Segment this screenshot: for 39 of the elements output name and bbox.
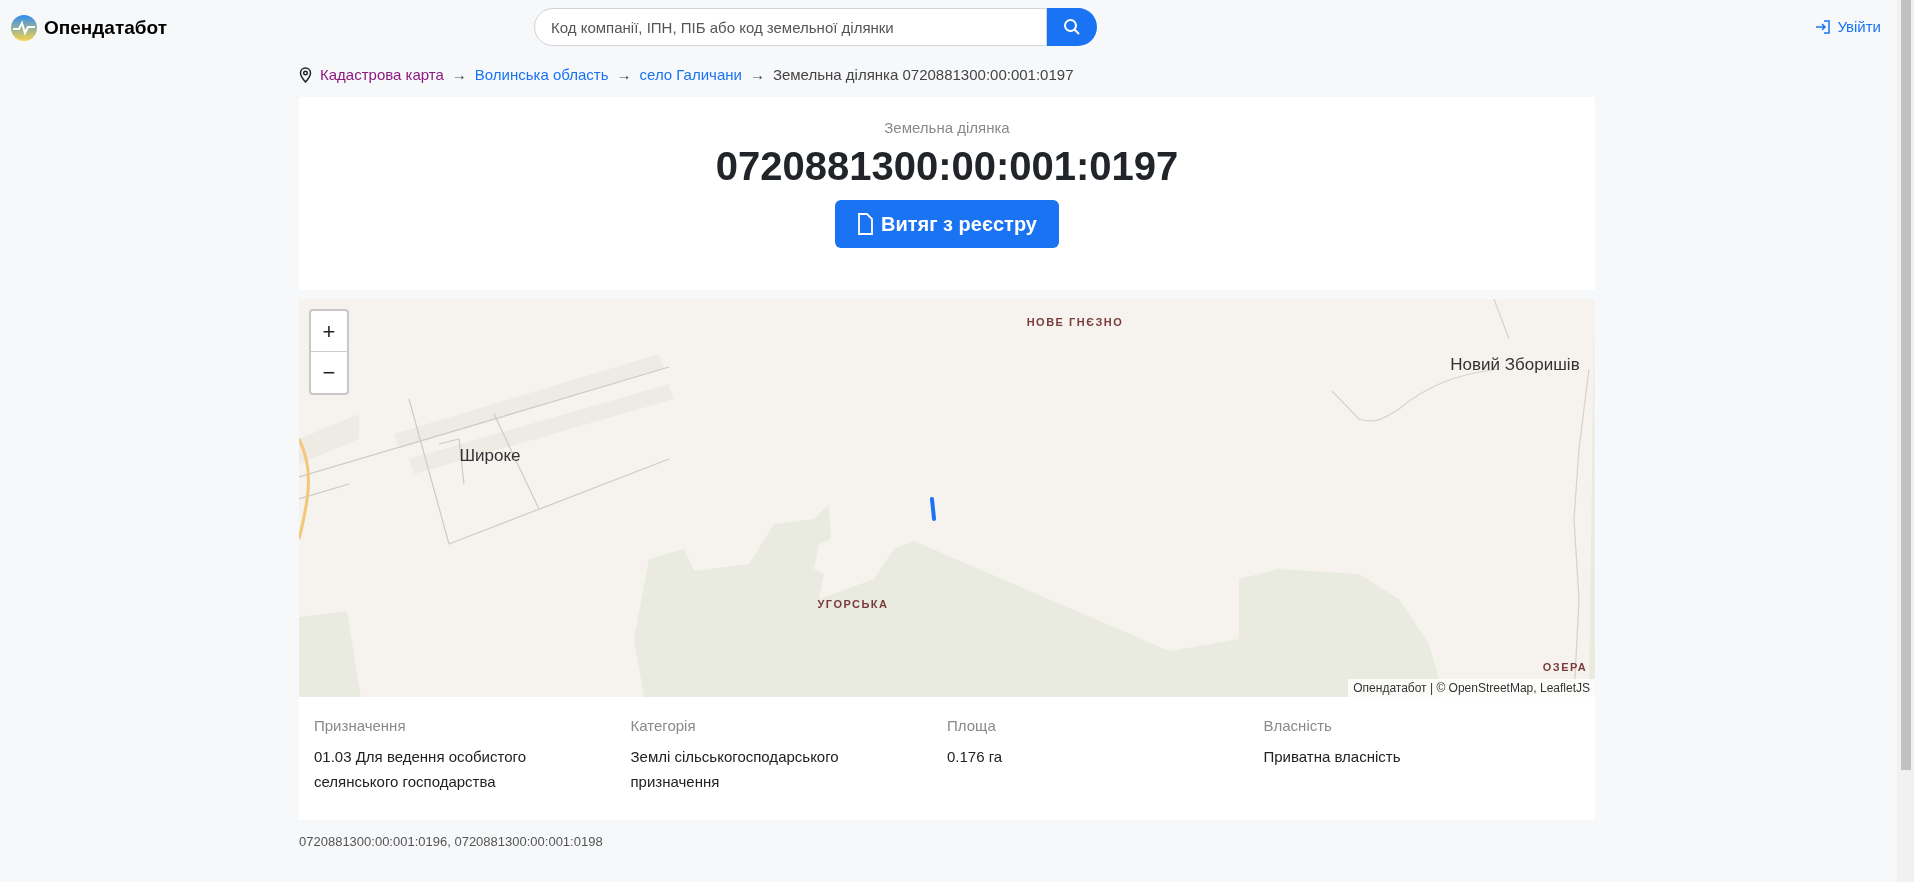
- map-place-label: УГОРСЬКА: [817, 596, 889, 612]
- parcel-number: 0720881300:00:001:0197: [715, 142, 1179, 190]
- neighbor-parcels: 0720881300:00:001:0196, 0720881300:00:001:0198: [299, 833, 604, 851]
- login-icon: [1815, 19, 1832, 36]
- detail-label: Площа: [947, 716, 997, 736]
- login-link[interactable]: Увійти: [1815, 16, 1881, 39]
- detail-value: Приватна власність: [1263, 746, 1402, 767]
- map-place-label: НОВЕ ГНЄЗНО: [1026, 314, 1124, 330]
- detail-label: Категорія: [630, 716, 697, 736]
- parcel-shape[interactable]: [929, 496, 937, 522]
- breadcrumb-separator: →: [451, 64, 467, 85]
- location-pin-icon: [299, 67, 312, 83]
- map-place-label: Новий Зборишів: [1450, 354, 1580, 377]
- detail-label: Призначення: [314, 716, 407, 736]
- breadcrumb-link[interactable]: Волинська область: [474, 63, 609, 87]
- search-field[interactable]: Код компанії, ІПН, ПІБ або код земельної ділянки: [534, 8, 1047, 46]
- detail-label: Власність: [1263, 716, 1333, 736]
- map[interactable]: + − НОВЕ ГНЄЗНО Новий Зборишів Широке УГОРСЬКА ОЗЕРА Опендатабот | © OpenStreetMap, LeafletJS: [299, 299, 1595, 697]
- extract-button[interactable]: Витяг з реєстру: [835, 199, 1059, 248]
- breadcrumb-current: Земельна ділянка 0720881300:00:001:0197: [772, 64, 1074, 85]
- zoom-out-button[interactable]: −: [311, 352, 347, 393]
- parcel-subtitle: Земельна ділянка: [884, 118, 1010, 138]
- detail-value: 0.176 га: [947, 746, 1004, 767]
- breadcrumb-link[interactable]: Кадастрова карта: [320, 63, 444, 87]
- map-place-label: Широке: [459, 445, 521, 468]
- breadcrumb-link[interactable]: село Галичани: [639, 63, 742, 87]
- map-place-label: ОЗЕРА: [1542, 659, 1588, 675]
- scrollbar[interactable]: [1897, 0, 1914, 882]
- search-button[interactable]: [1047, 8, 1097, 46]
- search-icon: [1063, 18, 1081, 36]
- breadcrumb-separator: →: [749, 64, 765, 85]
- logo-text[interactable]: Опендатабот: [44, 13, 167, 43]
- zoom-in-button[interactable]: +: [311, 311, 347, 352]
- map-attribution: Опендатабот | © OpenStreetMap, LeafletJS: [1348, 679, 1595, 697]
- detail-value: 01.03 Для ведення особистого селянського господарства: [314, 746, 528, 792]
- pdf-file-icon: [857, 212, 875, 235]
- detail-value: Землі сільськогосподарського призначення: [630, 746, 840, 792]
- logo-icon[interactable]: [10, 14, 38, 42]
- breadcrumb-separator: →: [616, 64, 632, 85]
